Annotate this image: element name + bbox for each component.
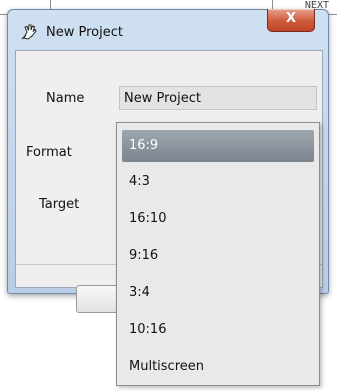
format-label: Format [26, 145, 72, 160]
title-bar[interactable]: New Project X [8, 9, 328, 50]
format-dropdown-list[interactable]: 16:9 4:3 16:10 9:16 3:4 10:16 Multiscree… [116, 122, 320, 386]
format-option[interactable]: 4:3 [117, 169, 319, 195]
format-option[interactable]: 3:4 [117, 280, 319, 306]
format-option[interactable]: 9:16 [117, 243, 319, 269]
dialog-title: New Project [46, 25, 123, 40]
format-option[interactable]: 10:16 [117, 317, 319, 343]
format-option[interactable]: Multiscreen [117, 354, 319, 380]
project-name-input[interactable]: New Project [119, 86, 317, 110]
format-option[interactable]: 16:10 [117, 206, 319, 232]
format-option-selected[interactable]: 16:9 [122, 130, 314, 162]
app-hand-icon [20, 23, 38, 41]
close-button[interactable]: X [267, 9, 315, 32]
target-label: Target [39, 197, 80, 212]
name-label: Name [46, 91, 85, 106]
